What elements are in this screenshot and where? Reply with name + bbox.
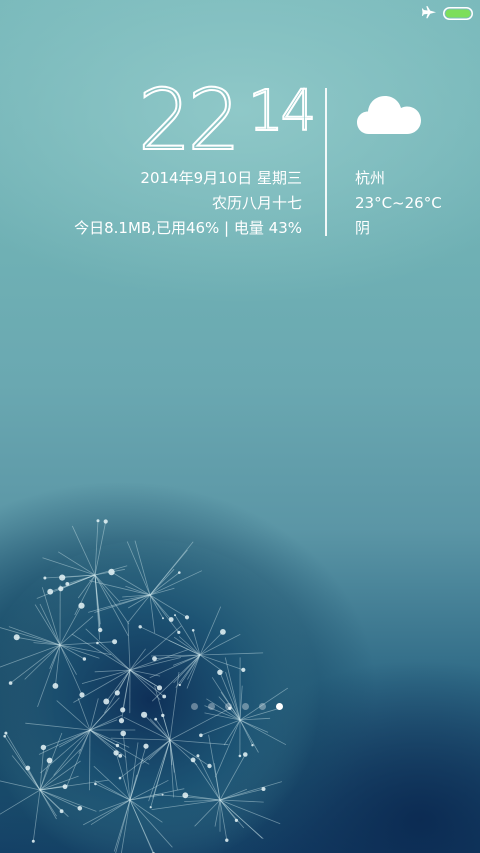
cloud-icon bbox=[357, 96, 421, 134]
page-dot[interactable] bbox=[242, 702, 249, 710]
clock-hour: 22 bbox=[137, 71, 242, 169]
page-indicator bbox=[191, 702, 283, 710]
status-bar bbox=[0, 0, 480, 26]
page-dot[interactable] bbox=[191, 702, 198, 710]
page-dot-active[interactable] bbox=[276, 702, 283, 710]
widget-divider bbox=[325, 88, 327, 236]
clock-minute: 14 bbox=[247, 79, 317, 144]
page-dot[interactable] bbox=[225, 702, 232, 710]
dandelion-wallpaper-image bbox=[0, 519, 325, 853]
page-dot[interactable] bbox=[208, 702, 215, 710]
battery-icon bbox=[443, 7, 473, 20]
airplane-icon bbox=[422, 6, 436, 19]
data-battery-usage-text: 今日8.1MB,已用46% | 电量 43% bbox=[74, 219, 302, 237]
weather-condition: 阴 bbox=[355, 219, 371, 237]
weather-city: 杭州 bbox=[355, 169, 386, 187]
weather-temperature: 23°C~26°C bbox=[355, 194, 442, 212]
lunar-date-text: 农历八月十七 bbox=[211, 194, 302, 212]
page-dot[interactable] bbox=[259, 702, 266, 710]
date-text: 2014年9月10日 星期三 bbox=[140, 169, 302, 187]
